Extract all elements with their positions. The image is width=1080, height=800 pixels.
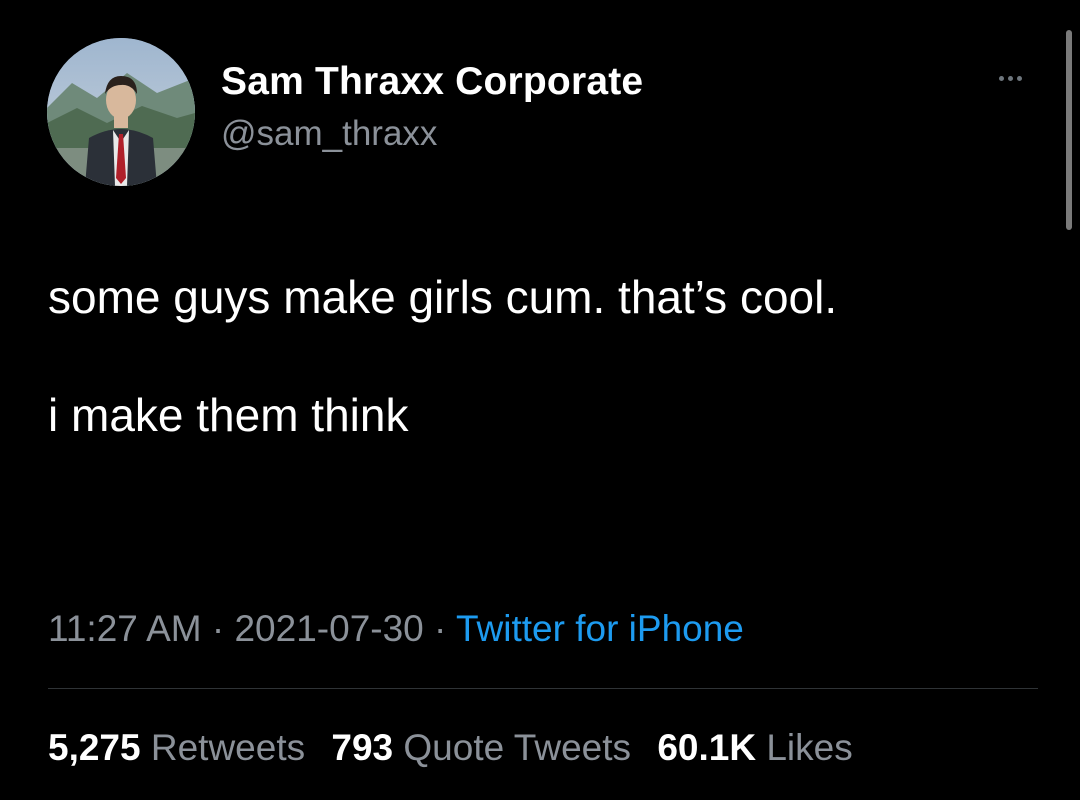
tweet-date[interactable]: 2021-07-30: [234, 608, 423, 649]
more-horizontal-icon: [1007, 75, 1013, 81]
divider: [48, 688, 1038, 689]
tweet-paragraph: i make them think: [48, 389, 409, 441]
likes-count: 60.1K: [657, 727, 757, 768]
tweet-source-link[interactable]: Twitter for iPhone: [456, 608, 744, 649]
avatar[interactable]: [47, 38, 195, 186]
tweet-stats: 5,275 Retweets 793 Quote Tweets 60.1K Li…: [48, 727, 869, 769]
quote-tweets-stat[interactable]: 793 Quote Tweets: [331, 727, 631, 768]
author-display-name[interactable]: Sam Thraxx Corporate: [221, 60, 643, 104]
meta-separator: ·: [423, 608, 456, 649]
retweets-stat[interactable]: 5,275 Retweets: [48, 727, 305, 768]
quote-tweets-label: Quote Tweets: [403, 727, 632, 768]
meta-separator: ·: [201, 608, 235, 649]
likes-label: Likes: [766, 727, 853, 768]
tweet-detail: Sam Thraxx Corporate @sam_thraxx some gu…: [0, 0, 1080, 800]
author-handle[interactable]: @sam_thraxx: [221, 114, 437, 154]
more-horizontal-icon: [1016, 75, 1022, 81]
more-horizontal-icon: [998, 75, 1004, 81]
retweets-count: 5,275: [48, 727, 141, 768]
retweets-label: Retweets: [150, 727, 306, 768]
scrollbar[interactable]: [1066, 30, 1072, 230]
tweet-paragraph: some guys make girls cum. that’s cool.: [48, 271, 838, 323]
quote-tweets-count: 793: [331, 727, 394, 768]
tweet-meta: 11:27 AM · 2021-07-30 · Twitter for iPho…: [48, 608, 744, 650]
more-options-button[interactable]: [985, 66, 1035, 90]
likes-stat[interactable]: 60.1K Likes: [657, 727, 852, 768]
tweet-time[interactable]: 11:27 AM: [48, 608, 202, 649]
tweet-text: some guys make girls cum. that’s cool. i…: [48, 260, 1008, 452]
profile-photo-icon: [47, 38, 195, 186]
